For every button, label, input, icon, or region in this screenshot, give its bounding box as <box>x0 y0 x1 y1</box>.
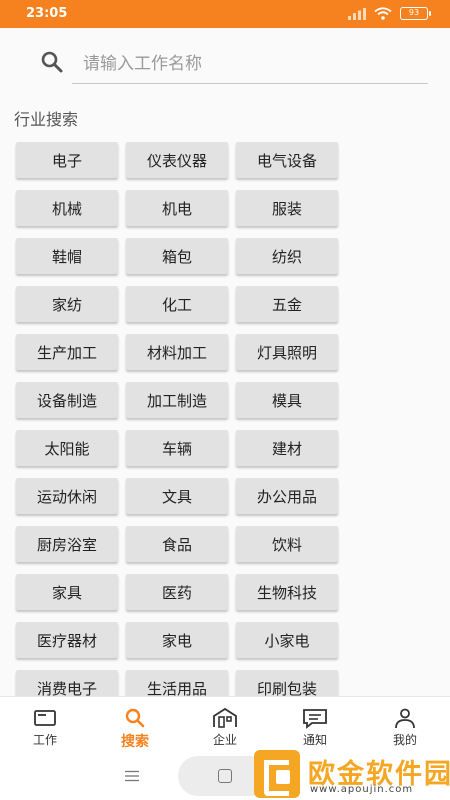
industry-tag[interactable]: 生产加工 <box>16 334 118 370</box>
signal-icon <box>348 7 366 20</box>
bottom-tab-bar: 工作 搜索 企业 通知 我的 <box>0 696 450 752</box>
search-icon[interactable] <box>40 50 64 74</box>
industry-tag[interactable]: 运动休闲 <box>16 478 118 514</box>
person-icon <box>395 708 415 729</box>
main-content: 行业搜索 电子仪表仪器电气设备机械机电服装鞋帽箱包纺织家纺化工五金生产加工材料加… <box>0 28 450 696</box>
industry-tag[interactable]: 印刷包装 <box>236 670 338 696</box>
industry-tag[interactable]: 车辆 <box>126 430 228 466</box>
industry-tag[interactable]: 鞋帽 <box>16 238 118 274</box>
tab-me[interactable]: 我的 <box>360 697 450 752</box>
industry-tag[interactable]: 小家电 <box>236 622 338 658</box>
industry-tag[interactable]: 机械 <box>16 190 118 226</box>
menu-icon[interactable] <box>124 770 140 782</box>
industry-tag[interactable]: 厨房浴室 <box>16 526 118 562</box>
message-icon <box>303 709 327 729</box>
industry-tag[interactable]: 设备制造 <box>16 382 118 418</box>
industry-tag[interactable]: 家具 <box>16 574 118 610</box>
briefcase-icon <box>34 710 56 726</box>
industry-tag[interactable]: 家纺 <box>16 286 118 322</box>
industry-tag[interactable]: 灯具照明 <box>236 334 338 370</box>
industry-tag[interactable]: 文具 <box>126 478 228 514</box>
watermark-logo-icon <box>254 750 300 798</box>
industry-tag[interactable]: 家电 <box>126 622 228 658</box>
industry-tag[interactable]: 加工制造 <box>126 382 228 418</box>
tab-search[interactable]: 搜索 <box>90 697 180 752</box>
search-bar <box>0 28 450 90</box>
status-time: 23:05 <box>26 6 68 21</box>
home-icon <box>218 769 232 783</box>
tab-label: 工作 <box>32 733 57 747</box>
status-bar: 23:05 93 <box>0 0 450 28</box>
industry-tag[interactable]: 太阳能 <box>16 430 118 466</box>
industry-tag[interactable]: 建材 <box>236 430 338 466</box>
status-icons: 93 <box>348 7 431 20</box>
industry-tag[interactable]: 仪表仪器 <box>126 142 228 178</box>
section-title: 行业搜索 <box>14 110 79 129</box>
industry-grid: 电子 仪表仪器 电气设备机械 机电 服装鞋帽 箱包 纺织家纺 化工 五金生产加工 材料加工 灯具照明… <box>16 142 346 696</box>
industry-tag[interactable]: 生活用品 <box>126 670 228 696</box>
tab-label: 搜索 <box>121 734 149 750</box>
industry-tag[interactable]: 办公用品 <box>236 478 338 514</box>
tab-notifications[interactable]: 通知 <box>270 697 360 752</box>
watermark: 欧金软件园 www.apoujin.com <box>250 748 450 800</box>
tab-company[interactable]: 企业 <box>180 697 270 752</box>
industry-tag[interactable]: 纺织 <box>236 238 338 274</box>
tab-work[interactable]: 工作 <box>0 697 90 752</box>
industry-tag[interactable]: 消费电子 <box>16 670 118 696</box>
tab-label: 我的 <box>392 733 417 747</box>
industry-tag[interactable]: 模具 <box>236 382 338 418</box>
industry-tag[interactable]: 材料加工 <box>126 334 228 370</box>
search-input[interactable] <box>72 44 428 84</box>
industry-tag[interactable]: 化工 <box>126 286 228 322</box>
industry-tag[interactable]: 电子 <box>16 142 118 178</box>
industry-tag[interactable]: 医药 <box>126 574 228 610</box>
industry-tag[interactable]: 服装 <box>236 190 338 226</box>
industry-tag[interactable]: 五金 <box>236 286 338 322</box>
industry-tag[interactable]: 食品 <box>126 526 228 562</box>
wifi-icon <box>374 7 392 20</box>
watermark-url: www.apoujin.com <box>310 784 414 795</box>
building-icon <box>213 707 237 728</box>
search-icon <box>125 708 145 728</box>
industry-tag[interactable]: 电气设备 <box>236 142 338 178</box>
tab-label: 企业 <box>212 733 237 747</box>
industry-tag[interactable]: 机电 <box>126 190 228 226</box>
industry-tag[interactable]: 箱包 <box>126 238 228 274</box>
tab-label: 通知 <box>302 733 327 747</box>
battery-icon: 93 <box>400 7 431 20</box>
industry-tag[interactable]: 医疗器材 <box>16 622 118 658</box>
industry-tag[interactable]: 生物科技 <box>236 574 338 610</box>
industry-tag[interactable]: 饮料 <box>236 526 338 562</box>
